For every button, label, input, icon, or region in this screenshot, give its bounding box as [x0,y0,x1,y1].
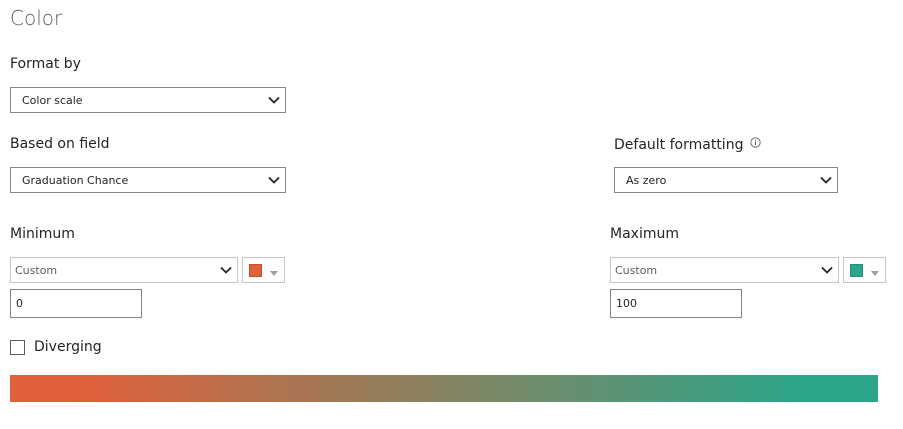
maximum-color-swatch [850,263,863,277]
default-formatting-value: As zero [626,173,667,187]
maximum-type-dropdown[interactable]: Custom [610,257,839,283]
minimum-type-dropdown[interactable]: Custom [10,257,238,283]
chevron-down-icon [816,258,838,282]
maximum-label: Maximum [610,226,679,242]
format-by-label: Format by [10,56,81,72]
based-on-field-label: Based on field [10,136,110,152]
maximum-type-value: Custom [615,263,658,277]
default-formatting-dropdown[interactable]: As zero [614,167,838,193]
default-formatting-label: Default formatting [614,137,744,153]
format-by-dropdown[interactable]: Color scale [10,87,286,113]
info-icon[interactable] [750,136,762,152]
minimum-color-swatch [249,263,262,277]
maximum-color-picker[interactable] [843,257,886,283]
minimum-value-input[interactable]: 0 [10,289,142,318]
color-scale-preview [10,375,878,402]
format-by-value: Color scale [22,93,83,107]
minimum-color-picker[interactable] [242,257,285,283]
caret-down-icon [871,261,879,280]
minimum-label: Minimum [10,226,75,242]
based-on-field-dropdown[interactable]: Graduation Chance [10,167,286,193]
caret-down-icon [270,261,278,280]
section-title: Color [10,6,63,30]
maximum-value-input[interactable]: 100 [610,289,742,318]
chevron-down-icon [815,168,837,192]
chevron-down-icon [215,258,237,282]
minimum-type-value: Custom [15,263,58,277]
diverging-checkbox[interactable] [10,340,25,355]
chevron-down-icon [263,168,285,192]
default-formatting-label-row: Default formatting [614,136,762,153]
diverging-label: Diverging [34,339,102,355]
chevron-down-icon [263,88,285,112]
based-on-field-value: Graduation Chance [22,173,129,187]
